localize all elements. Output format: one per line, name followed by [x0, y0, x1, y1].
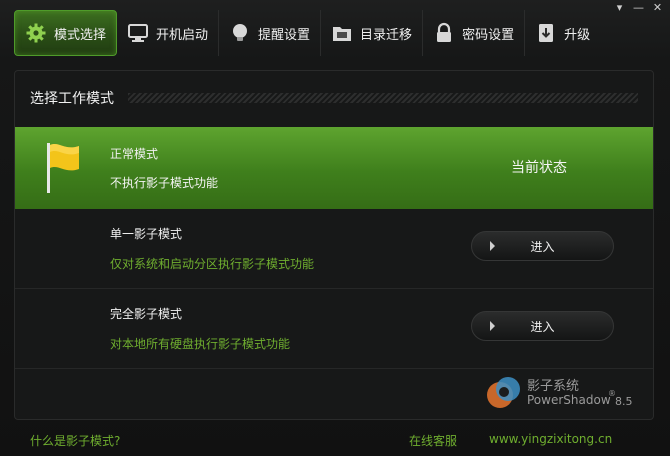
panel-header: 选择工作模式 [15, 71, 653, 125]
brand-name: 影子系统 [527, 379, 580, 394]
mode-panel: 选择工作模式 正常模式 不执行影子模式功能 当前状态 单一影子模式 仅对系统和启… [14, 70, 654, 420]
tab-label: 提醒设置 [258, 27, 311, 43]
flag-icon [43, 141, 83, 198]
enter-full-shadow-button[interactable]: 进入 [471, 311, 614, 341]
logo-icon [487, 377, 520, 408]
tab-reminder[interactable]: 提醒设置 [219, 10, 322, 56]
tab-label: 模式选择 [54, 27, 107, 43]
tab-label: 目录迁移 [360, 27, 413, 43]
brand-logo: 影子系统 PowerShadow ® 8.5 [485, 373, 645, 413]
window-controls: ▾ — ✕ [613, 2, 664, 14]
folder-icon [331, 22, 353, 44]
mode-name: 单一影子模式 [110, 227, 183, 241]
website-link[interactable]: www.yingzixitong.cn [489, 432, 612, 446]
mode-desc: 对本地所有硬盘执行影子模式功能 [110, 337, 291, 351]
monitor-icon [127, 22, 149, 44]
mode-row-normal[interactable]: 正常模式 不执行影子模式功能 当前状态 [15, 127, 653, 209]
button-label: 进入 [530, 239, 555, 254]
tab-upgrade[interactable]: 升级 [525, 10, 600, 56]
mode-desc: 仅对系统和启动分区执行影子模式功能 [110, 257, 315, 271]
enter-single-shadow-button[interactable]: 进入 [471, 231, 614, 261]
tab-mode-select[interactable]: 模式选择 [14, 10, 118, 56]
tab-startup[interactable]: 开机启动 [117, 10, 220, 56]
panel-title: 选择工作模式 [30, 91, 114, 107]
play-arrow-icon [490, 241, 495, 251]
mode-row-single-shadow: 单一影子模式 仅对系统和启动分区执行影子模式功能 进入 [15, 209, 653, 289]
play-arrow-icon [490, 321, 495, 331]
gear-icon [25, 22, 47, 44]
tab-bar: 模式选择 开机启动 提醒设置 目录迁移 密码设置 升级 [14, 10, 600, 58]
tab-password[interactable]: 密码设置 [423, 10, 526, 56]
download-icon [535, 22, 557, 44]
app-window: ▾ — ✕ 模式选择 开机启动 提醒设置 目录迁移 密码设置 升级 选择工作模式… [0, 0, 670, 456]
header-divider [128, 93, 638, 103]
online-service-link[interactable]: 在线客服 [409, 432, 457, 449]
mode-name: 完全影子模式 [110, 307, 183, 321]
tab-label: 升级 [564, 27, 591, 43]
mode-name: 正常模式 [110, 147, 159, 161]
mode-row-full-shadow: 完全影子模式 对本地所有硬盘执行影子模式功能 进入 [15, 289, 653, 369]
brand-english-name: PowerShadow [527, 393, 611, 407]
version-label: 8.5 [615, 395, 633, 408]
lock-icon [433, 22, 455, 44]
menu-dropdown-icon[interactable]: ▾ [613, 2, 626, 14]
current-status-label: 当前状态 [511, 160, 567, 176]
tab-label: 开机启动 [156, 27, 209, 43]
mode-desc: 不执行影子模式功能 [110, 176, 219, 190]
minimize-icon[interactable]: — [632, 2, 645, 14]
tab-label: 密码设置 [462, 27, 515, 43]
close-icon[interactable]: ✕ [651, 2, 664, 14]
tab-dir-migrate[interactable]: 目录迁移 [321, 10, 424, 56]
help-link[interactable]: 什么是影子模式? [30, 432, 120, 449]
button-label: 进入 [530, 319, 555, 334]
bulb-icon [229, 22, 251, 44]
